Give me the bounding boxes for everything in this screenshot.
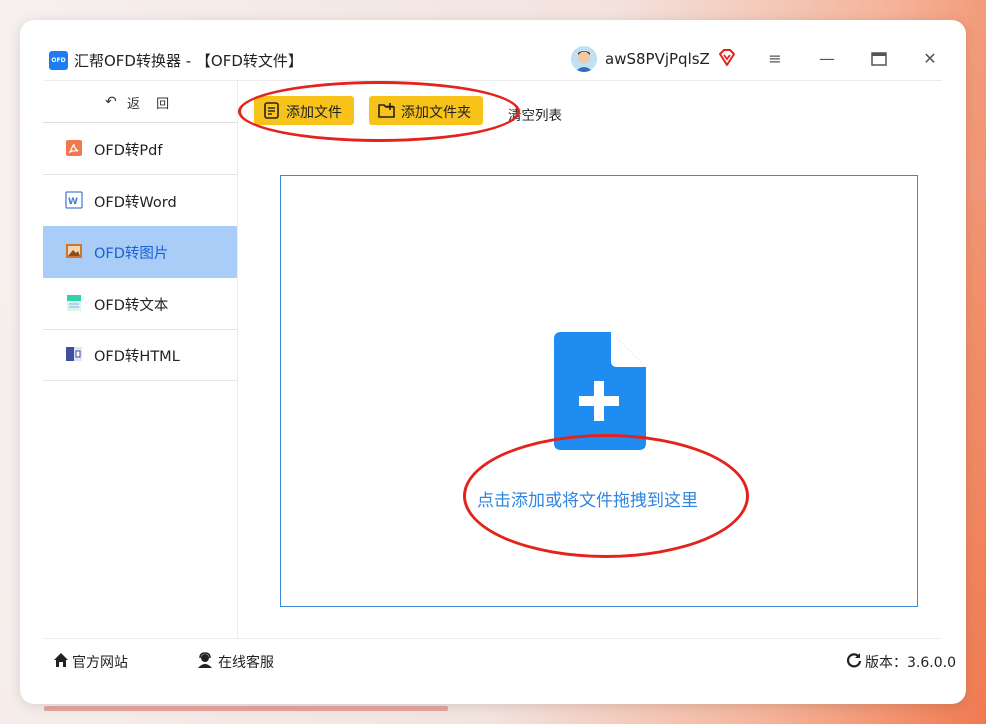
minimize-icon[interactable]: — — [815, 47, 839, 71]
back-button[interactable]: ↶ 返 回 — [43, 81, 237, 123]
sidebar-item-pdf[interactable]: OFD转Pdf — [43, 123, 237, 175]
sidebar-item-label: OFD转Word — [94, 195, 177, 211]
svg-text:W: W — [68, 197, 78, 207]
image-icon — [65, 242, 83, 260]
sidebar-item-label: OFD转HTML — [94, 349, 180, 365]
add-file-icon — [553, 331, 647, 451]
customer-service-icon — [197, 652, 213, 668]
sidebar-item-image[interactable]: OFD转图片 — [43, 226, 237, 278]
title-bar: OFD 汇帮OFD转换器 - 【OFD转文件】 awS8PVjPqlsZ ≡ — — [20, 20, 966, 80]
sidebar-item-label: OFD转Pdf — [94, 143, 163, 159]
footer: 官方网站 在线客服 版本：3.6.0.0 — [43, 638, 956, 684]
add-folder-label: 添加文件夹 — [401, 105, 471, 121]
vip-diamond-icon[interactable] — [717, 48, 737, 68]
text-icon — [65, 294, 83, 312]
online-support-link[interactable]: 在线客服 — [218, 652, 274, 672]
sidebar-item-label: OFD转文本 — [94, 298, 169, 314]
back-arrow-icon: ↶ — [105, 94, 117, 110]
user-avatar[interactable] — [571, 46, 597, 72]
clear-list-button[interactable]: 清空列表 — [508, 104, 562, 124]
app-window: OFD 汇帮OFD转换器 - 【OFD转文件】 awS8PVjPqlsZ ≡ — — [20, 20, 966, 704]
window-title: 汇帮OFD转换器 - 【OFD转文件】 — [74, 52, 303, 70]
refresh-icon — [846, 652, 862, 668]
file-drop-zone[interactable]: 点击添加或将文件拖拽到这里 — [280, 175, 918, 607]
sidebar-item-html[interactable]: OFD转HTML — [43, 329, 237, 381]
sidebar: ↶ 返 回 OFD转Pdf W OFD转Word OFD转图片 OFD转文本 O… — [43, 81, 238, 638]
add-file-button[interactable]: 添加文件 — [254, 96, 354, 125]
add-file-label: 添加文件 — [286, 105, 342, 121]
version-text: 版本：3.6.0.0 — [865, 655, 956, 671]
close-icon[interactable]: ✕ — [918, 47, 942, 71]
app-logo-icon: OFD — [49, 51, 68, 70]
background-bar — [44, 706, 448, 711]
folder-plus-icon — [378, 102, 395, 119]
add-folder-button[interactable]: 添加文件夹 — [369, 96, 483, 125]
home-icon — [53, 652, 69, 668]
html-icon — [65, 345, 83, 363]
username[interactable]: awS8PVjPqlsZ — [605, 50, 710, 68]
sidebar-item-label: OFD转图片 — [94, 246, 169, 262]
file-list-icon — [263, 102, 280, 119]
menu-icon[interactable]: ≡ — [763, 47, 787, 71]
back-label: 返 回 — [127, 97, 176, 112]
pdf-icon — [65, 139, 83, 157]
official-website-link[interactable]: 官方网站 — [72, 652, 128, 672]
sidebar-item-text[interactable]: OFD转文本 — [43, 278, 237, 330]
drop-zone-text: 点击添加或将文件拖拽到这里 — [477, 491, 698, 511]
sidebar-item-word[interactable]: W OFD转Word — [43, 175, 237, 227]
maximize-icon[interactable] — [867, 47, 891, 71]
word-icon: W — [65, 191, 83, 209]
